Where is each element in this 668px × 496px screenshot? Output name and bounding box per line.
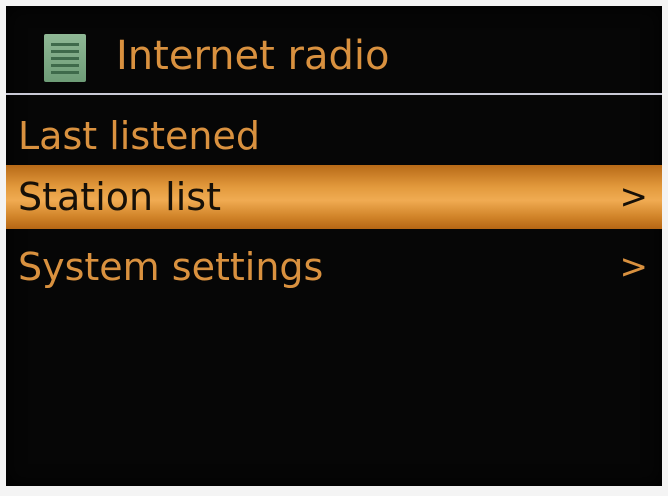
page-title: Internet radio [116, 33, 390, 79]
chevron-right-icon: > [619, 177, 649, 217]
menu-item-label: Last listened [18, 114, 261, 158]
menu-list-icon [44, 34, 86, 82]
menu-item-system-settings[interactable]: System settings > [6, 235, 662, 299]
chevron-right-icon: > [619, 247, 649, 287]
header-divider [6, 93, 662, 95]
menu-item-label: Station list [18, 175, 221, 219]
header: Internet radio [6, 6, 662, 90]
menu-item-station-list[interactable]: Station list > [6, 165, 662, 229]
menu-item-label: System settings [18, 245, 324, 289]
menu-item-last-listened[interactable]: Last listened [6, 104, 662, 168]
radio-display: Internet radio Last listened Station lis… [6, 6, 662, 486]
